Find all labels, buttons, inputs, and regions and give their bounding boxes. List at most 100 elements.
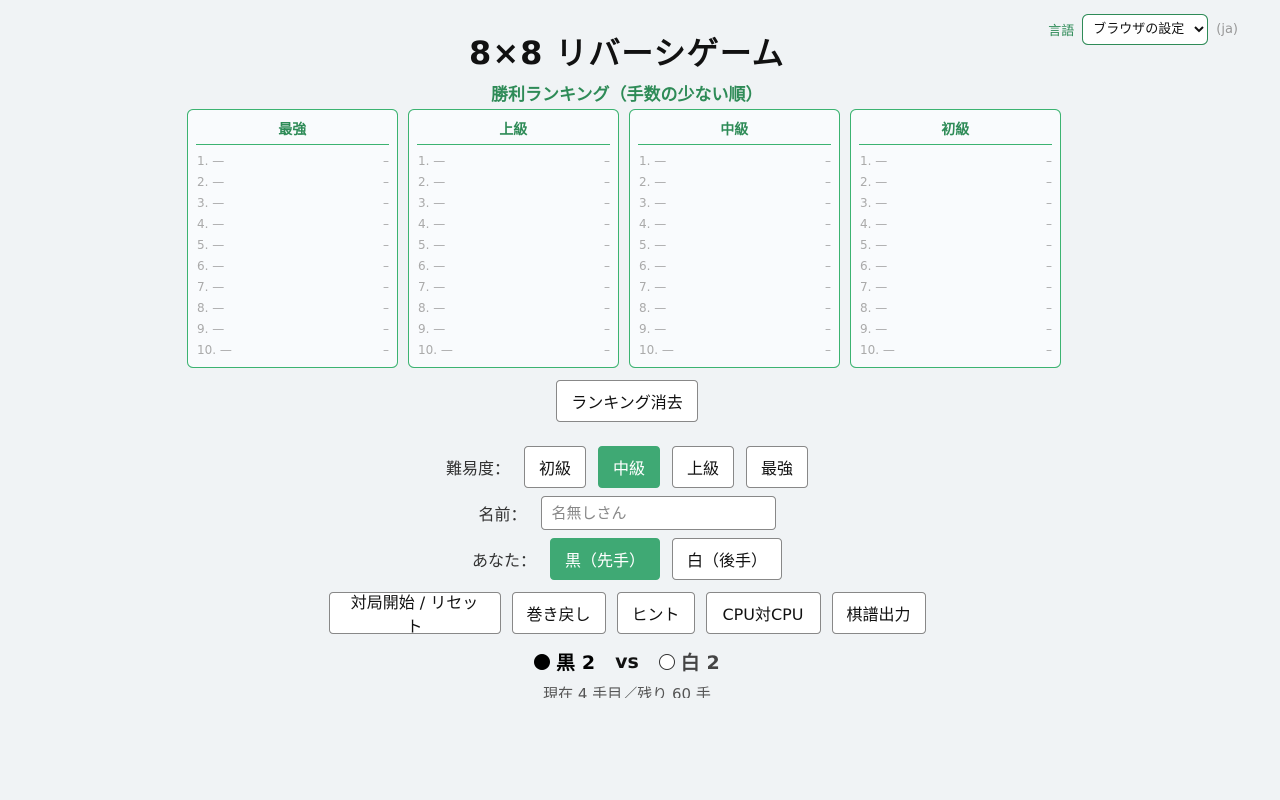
ranking-entry-name: 9. — — [639, 322, 667, 336]
ranking-entry-name: 6. — — [418, 259, 446, 273]
start-reset-button[interactable]: 対局開始 / リセット — [328, 592, 501, 636]
ranking-entry-value: – — [604, 196, 610, 210]
ranking-row: 5. — – — [417, 235, 610, 256]
ranking-entry-name: 9. — — [860, 322, 888, 336]
ranking-box-intermediate: 中級 1. — –2. — –3. — –4. — –5. — –6. — –7. — –8.… — [629, 109, 840, 368]
ranking-entry-name: 7. — — [197, 280, 225, 294]
name-input[interactable] — [540, 496, 776, 530]
ranking-entry-value: – — [1046, 301, 1052, 315]
ranking-entry-value: – — [1046, 259, 1052, 273]
ranking-row: 4. — – — [196, 214, 389, 235]
ranking-entry-name: 1. — — [860, 154, 888, 168]
ranking-entry-value: – — [383, 343, 389, 357]
ranking-row: 4. — – — [859, 214, 1052, 235]
ranking-row: 4. — – — [417, 214, 610, 235]
ranking-entry-value: – — [383, 154, 389, 168]
ranking-entry-value: – — [825, 322, 831, 336]
black-first-button[interactable]: 黒（先手） — [550, 538, 660, 580]
difficulty-label: 難易度： — [445, 459, 510, 478]
difficulty-strongest-button[interactable]: 最強 — [746, 446, 808, 488]
ranking-entry-value: – — [825, 343, 831, 357]
clear-ranking-button[interactable]: ランキング消去 — [556, 380, 698, 422]
ranking-box-title: 初級 — [859, 110, 1052, 145]
page-title: 8×8 リバーシゲーム — [469, 34, 785, 72]
ranking-entry-name: 9. — — [418, 322, 446, 336]
ranking-entry-name: 2. — — [860, 175, 888, 189]
ranking-entry-value: – — [383, 322, 389, 336]
ranking-row: 9. — – — [859, 319, 1052, 340]
undo-button[interactable]: 巻き戻し — [511, 592, 606, 634]
ranking-entry-value: – — [604, 217, 610, 231]
ranking-entry-name: 9. — — [197, 322, 225, 336]
export-record-button[interactable]: 棋譜出力 — [831, 592, 926, 634]
ranking-entry-name: 5. — — [197, 238, 225, 252]
ranking-boxes: 最強 1. — –2. — –3. — –4. — –5. — –6. — –7. — –8.… — [187, 109, 1061, 368]
ranking-entry-name: 5. — — [639, 238, 667, 252]
ranking-entry-value: – — [1046, 196, 1052, 210]
ranking-row: 9. — – — [196, 319, 389, 340]
ranking-row: 9. — – — [638, 319, 831, 340]
ranking-entry-name: 1. — — [197, 154, 225, 168]
white-second-button[interactable]: 白（後手） — [672, 538, 782, 580]
ranking-entry-name: 8. — — [639, 301, 667, 315]
ranking-entry-value: – — [1046, 322, 1052, 336]
ranking-row: 8. — – — [638, 298, 831, 319]
ranking-row: 6. — – — [417, 256, 610, 277]
side-label: あなた： — [471, 551, 536, 570]
name-row: 名前： — [0, 496, 1254, 530]
ranking-box-beginner: 初級 1. — –2. — –3. — –4. — –5. — –6. — –7. — –8.… — [850, 109, 1061, 368]
cpu-vs-cpu-button[interactable]: CPU対CPU — [705, 592, 821, 634]
ranking-box-title: 最強 — [196, 110, 389, 145]
ranking-entry-value: – — [1046, 217, 1052, 231]
side-row: あなた： 黒（先手） 白（後手） — [0, 538, 1254, 580]
difficulty-beginner-button[interactable]: 初級 — [524, 446, 586, 488]
ranking-entry-value: – — [825, 175, 831, 189]
ranking-entry-name: 5. — — [418, 238, 446, 252]
ranking-entry-value: – — [604, 154, 610, 168]
hint-button[interactable]: ヒント — [616, 592, 695, 634]
ranking-entry-name: 3. — — [418, 196, 446, 210]
difficulty-row: 難易度： 初級 中級 上級 最強 — [0, 446, 1254, 488]
ranking-entry-value: – — [1046, 154, 1052, 168]
difficulty-advanced-button[interactable]: 上級 — [672, 446, 734, 488]
ranking-row: 8. — – — [417, 298, 610, 319]
black-disc-icon — [534, 653, 551, 670]
name-label: 名前： — [478, 505, 527, 524]
ranking-entry-name: 4. — — [418, 217, 446, 231]
ranking-entry-name: 1. — — [639, 154, 667, 168]
ranking-row: 8. — – — [859, 298, 1052, 319]
ranking-title: 勝利ランキング（手数の少ない順） — [491, 85, 763, 105]
ranking-row: 10. — – — [859, 340, 1052, 361]
ranking-row: 3. — – — [638, 193, 831, 214]
ranking-entry-value: – — [383, 280, 389, 294]
ranking-box-advanced: 上級 1. — –2. — –3. — –4. — –5. — –6. — –7. — –8.… — [408, 109, 619, 368]
difficulty-intermediate-button[interactable]: 中級 — [598, 446, 660, 488]
ranking-box-strongest: 最強 1. — –2. — –3. — –4. — –5. — –6. — –7. — –8.… — [187, 109, 398, 368]
ranking-entry-name: 10. — — [860, 343, 895, 357]
ranking-row: 9. — – — [417, 319, 610, 340]
ranking-entry-name: 4. — — [639, 217, 667, 231]
ranking-row: 2. — – — [196, 172, 389, 193]
ranking-row: 2. — – — [417, 172, 610, 193]
ranking-row: 7. — – — [638, 277, 831, 298]
ranking-entry-name: 10. — — [418, 343, 453, 357]
ranking-entry-value: – — [1046, 343, 1052, 357]
white-score-label: 白 2 — [680, 652, 720, 674]
ranking-entry-value: – — [825, 217, 831, 231]
ranking-row: 5. — – — [196, 235, 389, 256]
ranking-row: 2. — – — [638, 172, 831, 193]
ranking-entry-value: – — [604, 280, 610, 294]
ranking-row: 5. — – — [859, 235, 1052, 256]
white-disc-icon — [658, 653, 675, 670]
ranking-entry-value: – — [383, 175, 389, 189]
ranking-entry-name: 5. — — [860, 238, 888, 252]
ranking-entry-name: 4. — — [197, 217, 225, 231]
ranking-row: 7. — – — [859, 277, 1052, 298]
score-row: 黒 2 vs 白 2 — [0, 648, 1254, 675]
ranking-row: 1. — – — [417, 151, 610, 172]
ranking-row: 5. — – — [638, 235, 831, 256]
ranking-row: 6. — – — [196, 256, 389, 277]
ranking-row: 6. — – — [859, 256, 1052, 277]
black-score: 黒 2 — [534, 648, 595, 675]
turn-info: 現在 4 手目／残り 60 手 — [543, 685, 711, 698]
